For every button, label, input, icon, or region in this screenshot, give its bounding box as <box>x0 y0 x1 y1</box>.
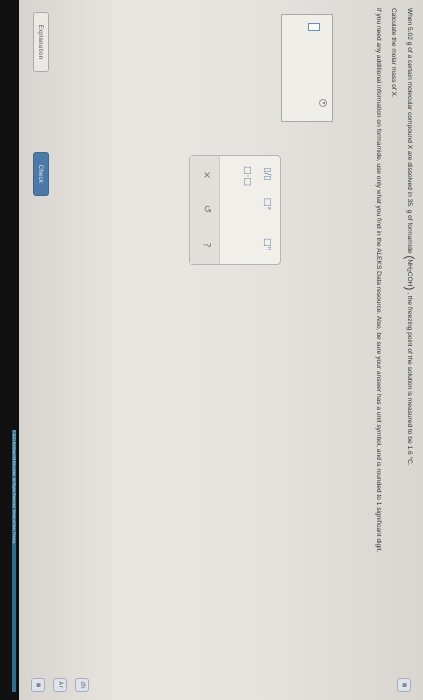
data-resource-icon[interactable]: dh <box>75 678 89 692</box>
fraction-tool-icon[interactable]: ▯/▯ <box>262 166 272 182</box>
footer-bar: © 2021 McGraw Hill Education. All Rights… <box>0 0 19 700</box>
element-icon[interactable]: Ar <box>53 678 67 692</box>
answer-input-box[interactable]: ▾ <box>281 14 333 122</box>
times-ten-tool-icon[interactable]: □·□ <box>242 166 252 186</box>
superscript-tool-icon[interactable]: □ⁿ <box>262 236 272 252</box>
question-prefix: When 5.02 g of a certain molecular compo… <box>406 8 413 254</box>
help-icon[interactable]: ? <box>201 238 212 252</box>
copyright-text: © 2021 McGraw Hill Education. All Rights… <box>12 430 16 544</box>
periodic-table-icon[interactable]: ▦ <box>397 678 411 692</box>
aleks-problem-page: When 5.02 g of a certain molecular compo… <box>0 0 423 700</box>
tool-actions-bar: × ↺ ? <box>190 156 220 264</box>
math-tool-palette: ▯/▯ □·□ □ˣ □ⁿ × ↺ ? <box>189 155 281 265</box>
formamide-formula: (NH2COH) <box>403 255 417 291</box>
question-line-3: If you need any additional information o… <box>375 8 382 553</box>
unit-selector-icon[interactable]: ▾ <box>319 99 327 107</box>
exponent-tool-icon[interactable]: □ˣ <box>262 196 272 212</box>
clear-icon[interactable]: × <box>201 168 212 182</box>
explanation-button[interactable]: Explanation <box>33 12 49 72</box>
check-button[interactable]: Check <box>33 152 49 196</box>
question-suffix: , the freezing point of the solution is … <box>406 292 413 466</box>
question-line-1: When 5.02 g of a certain molecular compo… <box>403 8 417 688</box>
formula-base: NH <box>406 259 413 269</box>
calculator-icon[interactable]: ▦ <box>31 678 45 692</box>
undo-icon[interactable]: ↺ <box>201 202 212 216</box>
answer-slot[interactable] <box>308 23 320 31</box>
formula-rest: COH <box>406 271 413 287</box>
question-text: When 5.02 g of a certain molecular compo… <box>368 8 417 688</box>
question-line-2: Calculate the molar mass of X. <box>390 8 397 98</box>
